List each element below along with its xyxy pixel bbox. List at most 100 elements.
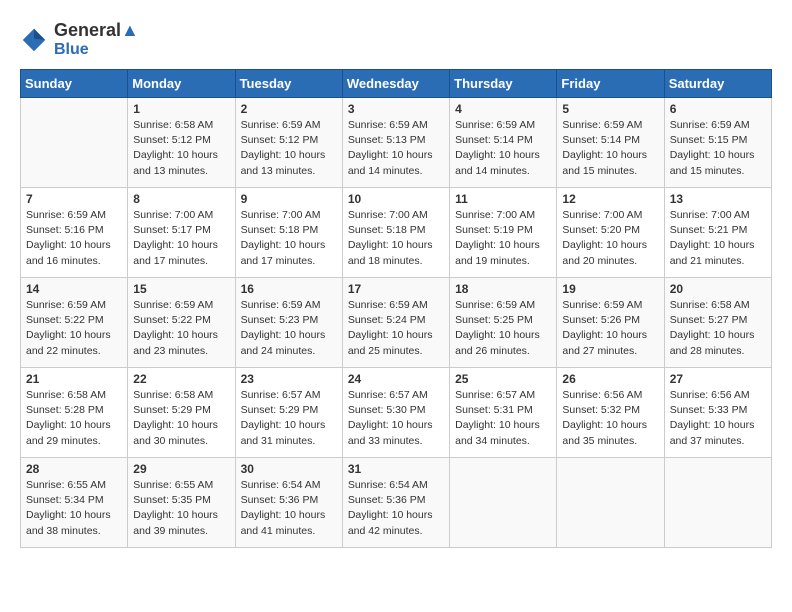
calendar-cell: [21, 98, 128, 188]
day-info: Sunrise: 6:59 AM Sunset: 5:22 PM Dayligh…: [26, 298, 122, 359]
day-number: 1: [133, 102, 229, 116]
day-number: 25: [455, 372, 551, 386]
day-info: Sunrise: 7:00 AM Sunset: 5:18 PM Dayligh…: [241, 208, 337, 269]
day-info: Sunrise: 7:00 AM Sunset: 5:21 PM Dayligh…: [670, 208, 766, 269]
day-number: 11: [455, 192, 551, 206]
day-number: 3: [348, 102, 444, 116]
calendar-cell: 21 Sunrise: 6:58 AM Sunset: 5:28 PM Dayli…: [21, 368, 128, 458]
calendar-cell: 5 Sunrise: 6:59 AM Sunset: 5:14 PM Daylig…: [557, 98, 664, 188]
calendar-table: SundayMondayTuesdayWednesdayThursdayFrid…: [20, 69, 772, 548]
day-number: 15: [133, 282, 229, 296]
day-info: Sunrise: 6:58 AM Sunset: 5:28 PM Dayligh…: [26, 388, 122, 449]
col-header-saturday: Saturday: [664, 70, 771, 98]
calendar-cell: 29Sunrise: 6:55 AM Sunset: 5:35 PM Dayli…: [128, 458, 235, 548]
calendar-cell: 8Sunrise: 7:00 AM Sunset: 5:17 PM Daylig…: [128, 188, 235, 278]
calendar-week-row: 1 Sunrise: 6:58 AM Sunset: 5:12 PM Daylig…: [21, 98, 772, 188]
day-info: Sunrise: 6:59 AM Sunset: 5:15 PM Dayligh…: [670, 118, 766, 179]
calendar-cell: 26Sunrise: 6:56 AM Sunset: 5:32 PM Dayli…: [557, 368, 664, 458]
calendar-cell: 2 Sunrise: 6:59 AM Sunset: 5:12 PM Daylig…: [235, 98, 342, 188]
day-info: Sunrise: 7:00 AM Sunset: 5:18 PM Dayligh…: [348, 208, 444, 269]
day-number: 19: [562, 282, 658, 296]
calendar-cell: 28 Sunrise: 6:55 AM Sunset: 5:34 PM Dayli…: [21, 458, 128, 548]
calendar-cell: 10 Sunrise: 7:00 AM Sunset: 5:18 PM Dayli…: [342, 188, 449, 278]
day-info: Sunrise: 6:59 AM Sunset: 5:23 PM Dayligh…: [241, 298, 337, 359]
day-info: Sunrise: 6:59 AM Sunset: 5:26 PM Dayligh…: [562, 298, 658, 359]
calendar-cell: 15 Sunrise: 6:59 AM Sunset: 5:22 PM Dayli…: [128, 278, 235, 368]
day-number: 30: [241, 462, 337, 476]
calendar-cell: 25Sunrise: 6:57 AM Sunset: 5:31 PM Dayli…: [450, 368, 557, 458]
day-info: Sunrise: 6:59 AM Sunset: 5:14 PM Dayligh…: [562, 118, 658, 179]
calendar-cell: 1 Sunrise: 6:58 AM Sunset: 5:12 PM Daylig…: [128, 98, 235, 188]
calendar-cell: 18 Sunrise: 6:59 AM Sunset: 5:25 PM Dayli…: [450, 278, 557, 368]
calendar-week-row: 28 Sunrise: 6:55 AM Sunset: 5:34 PM Dayli…: [21, 458, 772, 548]
calendar-week-row: 21 Sunrise: 6:58 AM Sunset: 5:28 PM Dayli…: [21, 368, 772, 458]
day-info: Sunrise: 6:59 AM Sunset: 5:14 PM Dayligh…: [455, 118, 551, 179]
day-number: 10: [348, 192, 444, 206]
calendar-cell: [664, 458, 771, 548]
day-number: 20: [670, 282, 766, 296]
day-info: Sunrise: 6:59 AM Sunset: 5:25 PM Dayligh…: [455, 298, 551, 359]
calendar-cell: 4 Sunrise: 6:59 AM Sunset: 5:14 PM Daylig…: [450, 98, 557, 188]
day-number: 24: [348, 372, 444, 386]
calendar-cell: 19 Sunrise: 6:59 AM Sunset: 5:26 PM Dayli…: [557, 278, 664, 368]
calendar-cell: 6 Sunrise: 6:59 AM Sunset: 5:15 PM Daylig…: [664, 98, 771, 188]
day-number: 9: [241, 192, 337, 206]
day-number: 27: [670, 372, 766, 386]
col-header-thursday: Thursday: [450, 70, 557, 98]
day-number: 23: [241, 372, 337, 386]
calendar-cell: 16Sunrise: 6:59 AM Sunset: 5:23 PM Dayli…: [235, 278, 342, 368]
day-number: 12: [562, 192, 658, 206]
day-number: 26: [562, 372, 658, 386]
calendar-cell: [557, 458, 664, 548]
calendar-cell: 17 Sunrise: 6:59 AM Sunset: 5:24 PM Dayli…: [342, 278, 449, 368]
calendar-cell: 30 Sunrise: 6:54 AM Sunset: 5:36 PM Dayli…: [235, 458, 342, 548]
calendar-cell: 31 Sunrise: 6:54 AM Sunset: 5:36 PM Dayli…: [342, 458, 449, 548]
day-info: Sunrise: 6:58 AM Sunset: 5:27 PM Dayligh…: [670, 298, 766, 359]
day-number: 17: [348, 282, 444, 296]
logo-text: General▲ Blue: [54, 20, 139, 59]
day-info: Sunrise: 7:00 AM Sunset: 5:19 PM Dayligh…: [455, 208, 551, 269]
day-info: Sunrise: 6:59 AM Sunset: 5:22 PM Dayligh…: [133, 298, 229, 359]
col-header-tuesday: Tuesday: [235, 70, 342, 98]
calendar-cell: 9 Sunrise: 7:00 AM Sunset: 5:18 PM Daylig…: [235, 188, 342, 278]
day-info: Sunrise: 6:56 AM Sunset: 5:33 PM Dayligh…: [670, 388, 766, 449]
day-info: Sunrise: 6:59 AM Sunset: 5:24 PM Dayligh…: [348, 298, 444, 359]
day-info: Sunrise: 6:57 AM Sunset: 5:29 PM Dayligh…: [241, 388, 337, 449]
day-number: 5: [562, 102, 658, 116]
day-number: 31: [348, 462, 444, 476]
col-header-wednesday: Wednesday: [342, 70, 449, 98]
day-number: 22: [133, 372, 229, 386]
calendar-cell: 23 Sunrise: 6:57 AM Sunset: 5:29 PM Dayli…: [235, 368, 342, 458]
calendar-cell: 20 Sunrise: 6:58 AM Sunset: 5:27 PM Dayli…: [664, 278, 771, 368]
calendar-cell: 13Sunrise: 7:00 AM Sunset: 5:21 PM Dayli…: [664, 188, 771, 278]
logo-icon: [20, 26, 48, 54]
day-number: 21: [26, 372, 122, 386]
day-number: 6: [670, 102, 766, 116]
calendar-cell: [450, 458, 557, 548]
day-info: Sunrise: 6:58 AM Sunset: 5:12 PM Dayligh…: [133, 118, 229, 179]
calendar-cell: 3 Sunrise: 6:59 AM Sunset: 5:13 PM Daylig…: [342, 98, 449, 188]
calendar-cell: 12 Sunrise: 7:00 AM Sunset: 5:20 PM Dayli…: [557, 188, 664, 278]
day-info: Sunrise: 7:00 AM Sunset: 5:20 PM Dayligh…: [562, 208, 658, 269]
page-header: General▲ Blue: [20, 20, 772, 59]
day-info: Sunrise: 6:54 AM Sunset: 5:36 PM Dayligh…: [241, 478, 337, 539]
day-number: 18: [455, 282, 551, 296]
calendar-cell: 7Sunrise: 6:59 AM Sunset: 5:16 PM Daylig…: [21, 188, 128, 278]
day-number: 2: [241, 102, 337, 116]
logo: General▲ Blue: [20, 20, 139, 59]
day-number: 29: [133, 462, 229, 476]
day-number: 7: [26, 192, 122, 206]
calendar-header-row: SundayMondayTuesdayWednesdayThursdayFrid…: [21, 70, 772, 98]
day-info: Sunrise: 6:59 AM Sunset: 5:13 PM Dayligh…: [348, 118, 444, 179]
calendar-cell: 22Sunrise: 6:58 AM Sunset: 5:29 PM Dayli…: [128, 368, 235, 458]
calendar-week-row: 14Sunrise: 6:59 AM Sunset: 5:22 PM Dayli…: [21, 278, 772, 368]
calendar-week-row: 7Sunrise: 6:59 AM Sunset: 5:16 PM Daylig…: [21, 188, 772, 278]
day-info: Sunrise: 6:54 AM Sunset: 5:36 PM Dayligh…: [348, 478, 444, 539]
day-info: Sunrise: 6:55 AM Sunset: 5:34 PM Dayligh…: [26, 478, 122, 539]
day-number: 4: [455, 102, 551, 116]
day-info: Sunrise: 6:59 AM Sunset: 5:12 PM Dayligh…: [241, 118, 337, 179]
calendar-cell: 14Sunrise: 6:59 AM Sunset: 5:22 PM Dayli…: [21, 278, 128, 368]
day-number: 28: [26, 462, 122, 476]
col-header-sunday: Sunday: [21, 70, 128, 98]
day-info: Sunrise: 7:00 AM Sunset: 5:17 PM Dayligh…: [133, 208, 229, 269]
